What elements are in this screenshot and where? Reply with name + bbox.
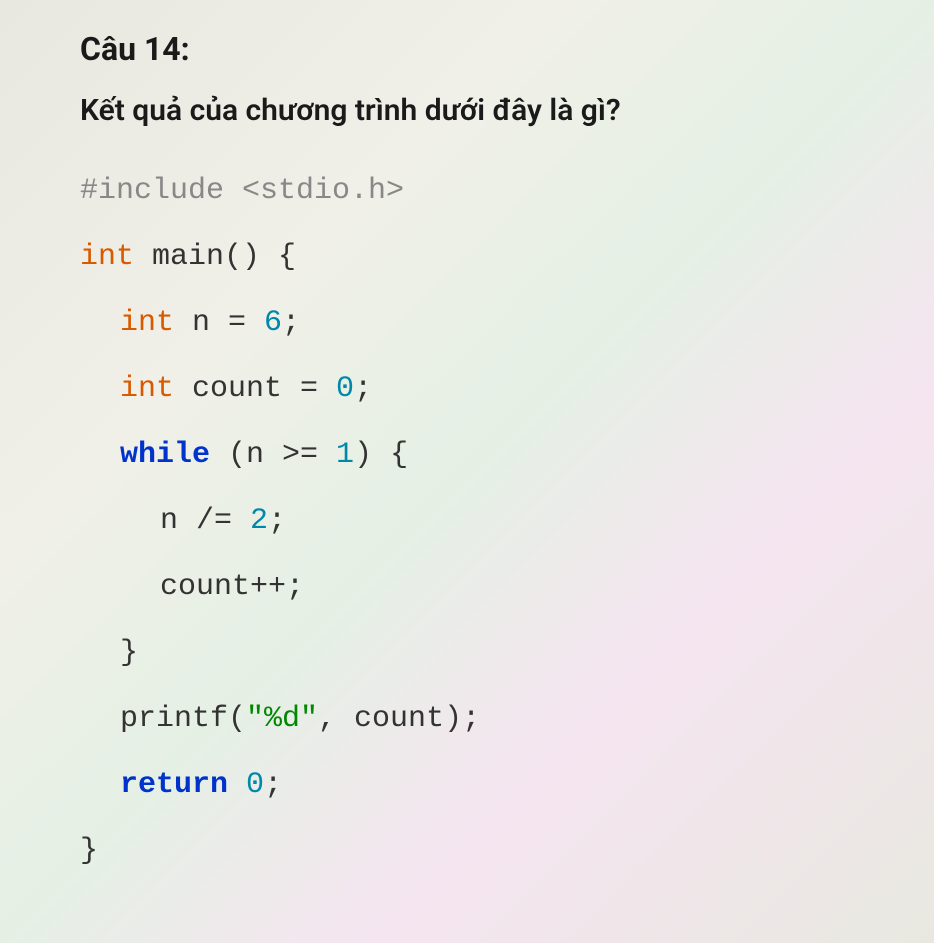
code-line-printf: printf("%d", count); <box>80 686 854 752</box>
number-six: 6 <box>264 306 282 340</box>
keyword-return: return <box>120 768 228 802</box>
code-line-include: #include <stdio.h> <box>80 158 854 224</box>
number-one: 1 <box>336 438 354 472</box>
n-declaration: n = <box>174 306 264 340</box>
keyword-int: int <box>80 240 134 274</box>
number-zero: 0 <box>336 372 354 406</box>
count-declaration: count = <box>174 372 336 406</box>
code-block: #include <stdio.h> int main() { int n = … <box>80 158 854 884</box>
n-divide: n /= <box>160 504 250 538</box>
code-line-count-inc: count++; <box>80 554 854 620</box>
keyword-while: while <box>120 438 210 472</box>
question-text: Kết quả của chương trình dưới đây là gì? <box>80 93 854 128</box>
question-number: Câu 14: <box>80 30 854 68</box>
code-line-close-main: } <box>80 818 854 884</box>
semicolon: ; <box>282 306 300 340</box>
main-signature: main() { <box>134 240 296 274</box>
close-brace: } <box>80 834 98 868</box>
semicolon: ; <box>354 372 372 406</box>
code-line-n-decl: int n = 6; <box>80 290 854 356</box>
code-line-count-decl: int count = 0; <box>80 356 854 422</box>
code-line-main: int main() { <box>80 224 854 290</box>
close-brace: } <box>120 636 138 670</box>
count-increment: count++; <box>160 570 304 604</box>
printf-call: printf( <box>120 702 246 736</box>
semicolon: ; <box>268 504 286 538</box>
code-line-close-while: } <box>80 620 854 686</box>
code-line-while: while (n >= 1) { <box>80 422 854 488</box>
format-string: "%d" <box>246 702 318 736</box>
space <box>228 768 246 802</box>
number-two: 2 <box>250 504 268 538</box>
preprocessor-include: #include <stdio.h> <box>80 174 404 208</box>
semicolon: ; <box>264 768 282 802</box>
printf-args: , count); <box>318 702 480 736</box>
code-line-return: return 0; <box>80 752 854 818</box>
number-zero: 0 <box>246 768 264 802</box>
code-line-n-div: n /= 2; <box>80 488 854 554</box>
while-condition-open: (n >= <box>210 438 336 472</box>
keyword-int: int <box>120 372 174 406</box>
while-condition-close: ) { <box>354 438 408 472</box>
keyword-int: int <box>120 306 174 340</box>
